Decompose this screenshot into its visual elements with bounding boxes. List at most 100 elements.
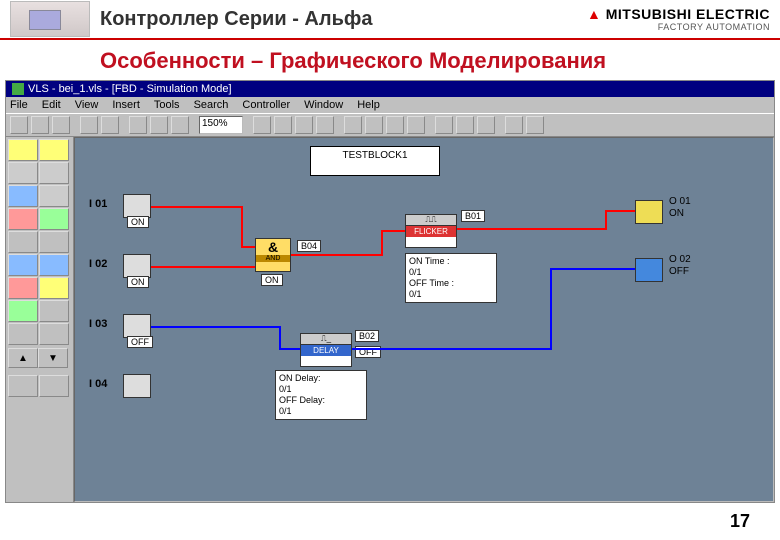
- toolbar-button[interactable]: [129, 116, 147, 134]
- toolbar: 150%: [6, 113, 774, 137]
- brand-block: ▲ MITSUBISHI ELECTRIC FACTORY AUTOMATION: [587, 6, 770, 32]
- palette-button[interactable]: [39, 231, 69, 253]
- toolbar-button[interactable]: [295, 116, 313, 134]
- wire: [279, 348, 300, 350]
- flicker-id-label: B01: [461, 210, 485, 222]
- menu-insert[interactable]: Insert: [112, 99, 140, 111]
- palette-button[interactable]: [8, 375, 38, 397]
- menu-view[interactable]: View: [75, 99, 99, 111]
- toolbar-button[interactable]: [253, 116, 271, 134]
- brand-name: MITSUBISHI ELECTRIC: [606, 6, 770, 22]
- menu-file[interactable]: File: [10, 99, 28, 111]
- brand-subtitle: FACTORY AUTOMATION: [587, 22, 770, 32]
- input-state-i02: ON: [127, 276, 149, 288]
- menu-window[interactable]: Window: [304, 99, 343, 111]
- palette-button[interactable]: [8, 323, 38, 345]
- wire: [381, 230, 383, 256]
- output-state-o01: ON: [669, 208, 684, 219]
- toolbar-button[interactable]: [456, 116, 474, 134]
- zoom-input[interactable]: 150%: [199, 116, 243, 134]
- stepper-down-icon[interactable]: ▼: [38, 348, 68, 368]
- and-id-label: B04: [297, 240, 321, 252]
- input-label-i03: I 03: [89, 318, 107, 330]
- palette-button[interactable]: [8, 231, 38, 253]
- input-state-i03: OFF: [127, 336, 153, 348]
- slide-subtitle: Особенности – Графического Моделирования: [0, 40, 780, 80]
- wire: [241, 206, 243, 246]
- wire: [241, 246, 255, 248]
- wire: [457, 228, 607, 230]
- palette-button[interactable]: [8, 300, 38, 322]
- wire: [605, 210, 607, 230]
- palette-button[interactable]: [39, 208, 69, 230]
- toolbar-button[interactable]: [526, 116, 544, 134]
- output-block-o01[interactable]: [635, 200, 663, 224]
- toolbar-button[interactable]: [386, 116, 404, 134]
- toolbar-button[interactable]: [344, 116, 362, 134]
- menu-controller[interactable]: Controller: [242, 99, 290, 111]
- palette-button[interactable]: [8, 254, 38, 276]
- wire: [550, 268, 635, 270]
- palette-button[interactable]: [8, 185, 38, 207]
- palette-button[interactable]: [39, 185, 69, 207]
- toolbar-button[interactable]: [10, 116, 28, 134]
- flicker-block[interactable]: ⎍⎍ FLICKER: [405, 214, 457, 248]
- palette-button[interactable]: [8, 162, 38, 184]
- toolbar-button[interactable]: [316, 116, 334, 134]
- wire: [151, 266, 255, 268]
- palette-button[interactable]: [8, 208, 38, 230]
- delay-info: ON Delay: 0/1 OFF Delay: 0/1: [275, 370, 367, 420]
- page-number: 17: [730, 511, 750, 532]
- delay-block[interactable]: ⎍_ DELAY: [300, 333, 352, 367]
- menu-help[interactable]: Help: [357, 99, 380, 111]
- toolbar-button[interactable]: [505, 116, 523, 134]
- and-block[interactable]: & AND: [255, 238, 291, 272]
- output-block-o02[interactable]: [635, 258, 663, 282]
- input-block-i03[interactable]: [123, 314, 151, 338]
- palette-button[interactable]: [39, 139, 69, 161]
- wire: [605, 210, 635, 212]
- toolbar-button[interactable]: [407, 116, 425, 134]
- wire: [291, 254, 383, 256]
- wire: [381, 230, 405, 232]
- palette-button[interactable]: [8, 139, 38, 161]
- menu-edit[interactable]: Edit: [42, 99, 61, 111]
- delay-type-label: DELAY: [301, 345, 351, 356]
- toolbar-button[interactable]: [52, 116, 70, 134]
- toolbar-button[interactable]: [477, 116, 495, 134]
- toolbar-button[interactable]: [80, 116, 98, 134]
- window-title: VLS - bei_1.vls - [FBD - Simulation Mode…: [28, 83, 232, 95]
- palette-button[interactable]: [39, 162, 69, 184]
- toolbar-button[interactable]: [274, 116, 292, 134]
- and-state: ON: [261, 274, 283, 286]
- toolbar-button[interactable]: [31, 116, 49, 134]
- slide-header: Контроллер Серии - Альфа ▲ MITSUBISHI EL…: [0, 0, 780, 40]
- output-label-o01: O 01: [669, 196, 691, 207]
- stepper: ▲ ▼: [8, 348, 71, 368]
- palette-button[interactable]: [39, 375, 69, 397]
- toolbar-button[interactable]: [435, 116, 453, 134]
- palette-button[interactable]: [39, 323, 69, 345]
- testblock-label[interactable]: TESTBLOCK1: [310, 146, 440, 176]
- input-block-i04[interactable]: [123, 374, 151, 398]
- window-titlebar: VLS - bei_1.vls - [FBD - Simulation Mode…: [6, 81, 774, 97]
- palette-button[interactable]: [39, 300, 69, 322]
- palette-button[interactable]: [39, 277, 69, 299]
- input-block-i02[interactable]: [123, 254, 151, 278]
- wire: [279, 326, 281, 348]
- menu-tools[interactable]: Tools: [154, 99, 180, 111]
- and-type-label: AND: [256, 255, 290, 262]
- toolbar-button[interactable]: [150, 116, 168, 134]
- toolbar-button[interactable]: [101, 116, 119, 134]
- fbd-canvas[interactable]: TESTBLOCK1 I 01 ON I 02 ON I 03 OFF I 04…: [74, 137, 774, 502]
- palette-button[interactable]: [39, 254, 69, 276]
- palette-button[interactable]: [8, 277, 38, 299]
- input-block-i01[interactable]: [123, 194, 151, 218]
- menu-search[interactable]: Search: [194, 99, 229, 111]
- wire: [352, 348, 552, 350]
- flicker-waveform-icon: ⎍⎍: [406, 215, 456, 226]
- app-icon: [12, 83, 24, 95]
- toolbar-button[interactable]: [171, 116, 189, 134]
- stepper-up-icon[interactable]: ▲: [8, 348, 38, 368]
- toolbar-button[interactable]: [365, 116, 383, 134]
